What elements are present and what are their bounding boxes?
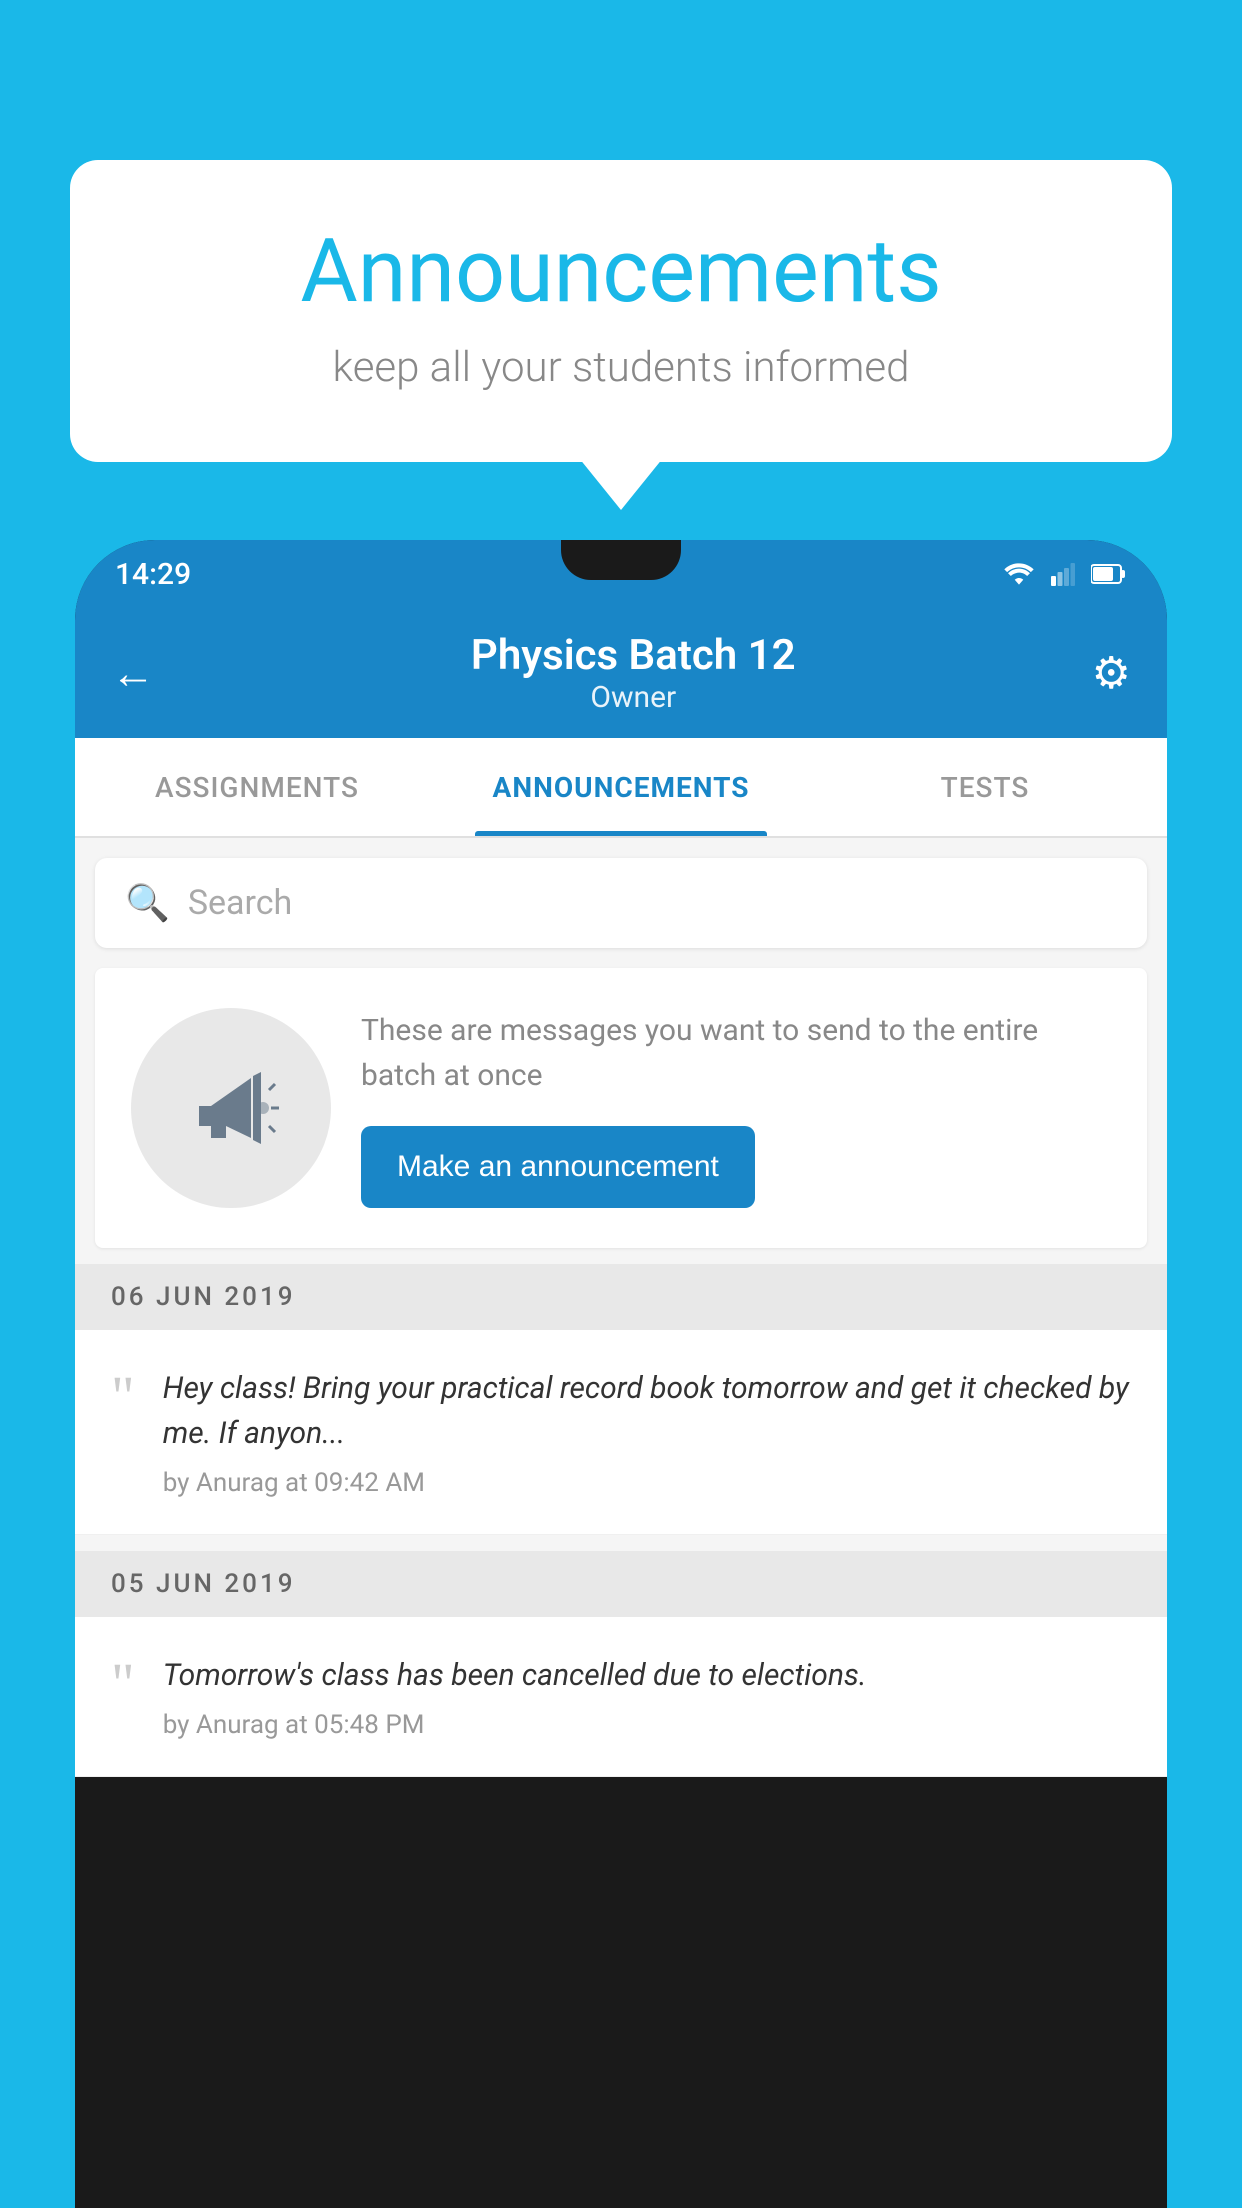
date-separator-1: 06 JUN 2019 [75, 1264, 1167, 1330]
message-item-1[interactable]: " Hey class! Bring your practical record… [75, 1330, 1167, 1535]
speech-bubble: Announcements keep all your students inf… [70, 160, 1172, 462]
battery-icon [1091, 563, 1127, 585]
date-separator-2: 05 JUN 2019 [75, 1551, 1167, 1617]
quote-icon-2: " [111, 1661, 135, 1707]
tab-assignments[interactable]: ASSIGNMENTS [75, 738, 439, 836]
search-bar[interactable]: 🔍 Search [95, 858, 1147, 948]
settings-icon[interactable]: ⚙ [1092, 647, 1131, 699]
message-text-1: Hey class! Bring your practical record b… [163, 1366, 1131, 1456]
speech-bubble-container: Announcements keep all your students inf… [70, 160, 1172, 462]
status-icons [1003, 562, 1127, 586]
message-meta-1: by Anurag at 09:42 AM [163, 1468, 1131, 1498]
notch [561, 540, 681, 580]
message-content-2: Tomorrow's class has been cancelled due … [163, 1653, 1131, 1740]
quote-icon-1: " [111, 1374, 135, 1420]
search-icon: 🔍 [125, 882, 170, 924]
phone-frame: 14:29 [75, 540, 1167, 2208]
message-text-2: Tomorrow's class has been cancelled due … [163, 1653, 1131, 1698]
signal-icon [1049, 562, 1077, 586]
tab-announcements[interactable]: ANNOUNCEMENTS [439, 738, 803, 836]
wifi-icon [1003, 562, 1035, 586]
app-bar-title-group: Physics Batch 12 Owner [175, 631, 1092, 715]
announcement-description: These are messages you want to send to t… [361, 1008, 1111, 1098]
status-time: 14:29 [115, 557, 191, 592]
tab-tests[interactable]: TESTS [803, 738, 1167, 836]
announcement-icon-circle [131, 1008, 331, 1208]
announcement-card-right: These are messages you want to send to t… [361, 1008, 1111, 1208]
message-item-2[interactable]: " Tomorrow's class has been cancelled du… [75, 1617, 1167, 1777]
megaphone-icon [181, 1058, 281, 1158]
speech-bubble-title: Announcements [150, 220, 1092, 323]
app-bar: ← Physics Batch 12 Owner ⚙ [75, 608, 1167, 738]
status-bar: 14:29 [75, 540, 1167, 608]
message-content-1: Hey class! Bring your practical record b… [163, 1366, 1131, 1498]
announcement-prompt-card: These are messages you want to send to t… [95, 968, 1147, 1248]
tabs-bar: ASSIGNMENTS ANNOUNCEMENTS TESTS [75, 738, 1167, 838]
app-bar-title: Physics Batch 12 [175, 631, 1092, 680]
search-placeholder: Search [188, 883, 292, 923]
message-meta-2: by Anurag at 05:48 PM [163, 1710, 1131, 1740]
speech-bubble-subtitle: keep all your students informed [150, 343, 1092, 392]
phone-inner: 14:29 [75, 540, 1167, 2208]
back-button[interactable]: ← [111, 647, 155, 699]
content-area: 🔍 Search These are messages you [75, 838, 1167, 1777]
make-announcement-button[interactable]: Make an announcement [361, 1126, 755, 1208]
app-bar-subtitle: Owner [175, 680, 1092, 715]
